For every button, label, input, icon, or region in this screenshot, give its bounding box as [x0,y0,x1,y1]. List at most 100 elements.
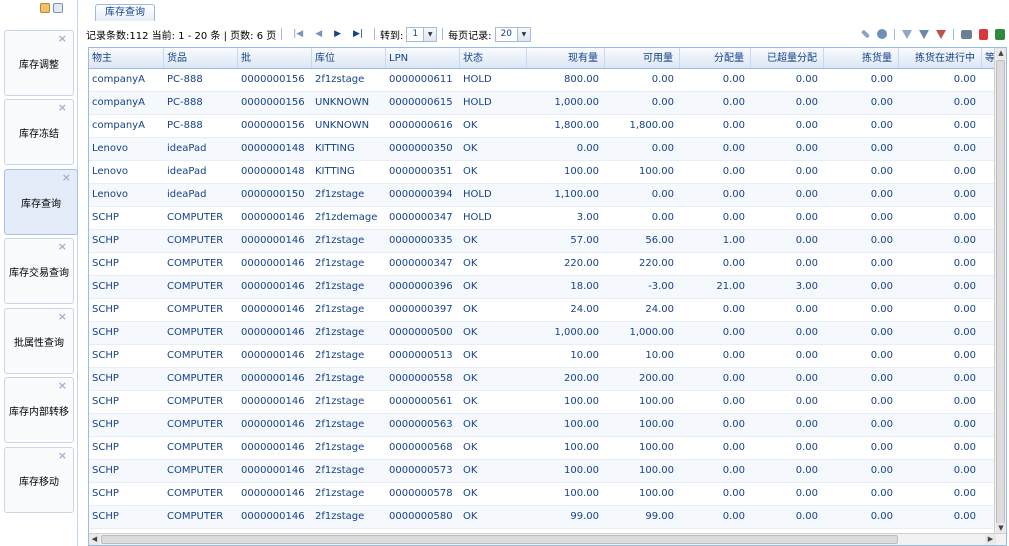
goto-page-select[interactable]: 1 ▼ [406,26,438,42]
table-row[interactable]: Lenovo ideaPad 0000000150 2f1zstage 00000003… [89,184,994,207]
advanced-filter-icon[interactable] [919,29,929,39]
scroll-up-icon[interactable]: ▲ [996,48,1006,59]
export-excel-icon[interactable] [995,28,1005,40]
table-row[interactable]: SCHP COMPUTER 0000000146 2f1zdemage 00000003… [89,207,994,230]
close-icon[interactable]: × [58,33,67,44]
cell-lpn: 0000000568 [389,442,453,453]
table-row[interactable]: SCHP COMPUTER 0000000146 2f1zstage 000000057… [89,483,994,506]
cell-location: 2f1zstage [315,419,365,430]
table-row[interactable]: Lenovo ideaPad 0000000148 KITTING 0000000351… [89,161,994,184]
vertical-scrollbar[interactable]: ▲ ▼ [994,48,1006,534]
table-row[interactable]: SCHP COMPUTER 0000000146 2f1zstage 000000058… [89,506,994,529]
nav-item-inventory-internal-transfer[interactable]: × 库存内部转移 [4,377,74,443]
close-icon[interactable]: × [58,380,67,391]
column-header-over-allocated-qty[interactable]: 已超量分配 [751,48,824,68]
cell-location: 2f1zstage [315,396,365,407]
horizontal-scroll-thumb[interactable] [101,535,898,544]
nav-item-inventory-transaction-query[interactable]: × 库存交易查询 [4,238,74,304]
prev-page-icon[interactable]: ◀ [315,29,322,39]
table-row[interactable]: SCHP COMPUTER 0000000146 2f1zstage 000000039… [89,276,994,299]
scroll-right-icon[interactable]: ▶ [985,534,996,545]
vertical-scroll-thumb[interactable] [996,60,1005,524]
clear-filter-icon[interactable] [936,29,946,39]
cell-lot: 0000000146 [241,396,305,407]
column-header-owner[interactable]: 物主 [89,48,164,68]
refresh-icon[interactable] [877,29,887,39]
column-header-more[interactable]: 等 [982,48,994,68]
panel-toggle-icon[interactable] [53,3,63,13]
cell-on-hand-qty: 3.00 [576,212,599,223]
close-icon[interactable]: × [58,102,67,113]
table-row[interactable]: SCHP COMPUTER 0000000146 2f1zstage 000000051… [89,345,994,368]
next-page-icon[interactable]: ▶ [334,29,341,39]
cell-status: OK [463,143,478,154]
cell-allocated-qty: 0.00 [722,166,745,177]
tab-inventory-query[interactable]: 库存查询 [95,4,155,21]
column-header-location[interactable]: 库位 [312,48,386,68]
cell-item: PC-888 [167,74,203,85]
table-row[interactable]: companyA PC-888 0000000156 UNKNOWN 000000061… [89,92,994,115]
close-icon[interactable]: × [58,450,67,461]
cell-item: COMPUTER [167,281,224,292]
nav-item-inventory-query[interactable]: × 库存查询 [4,169,78,235]
filter-icon[interactable] [902,29,912,39]
column-header-allocated-qty[interactable]: 分配量 [680,48,751,68]
column-header-status[interactable]: 状态 [460,48,527,68]
cell-on-hand-qty: 18.00 [570,281,599,292]
cell-owner: companyA [92,120,145,131]
table-row[interactable]: SCHP COMPUTER 0000000146 2f1zstage 000000056… [89,414,994,437]
cell-lpn: 0000000563 [389,419,453,430]
table-row[interactable]: SCHP COMPUTER 0000000146 2f1zstage 000000039… [89,299,994,322]
chevron-down-icon[interactable]: ▼ [516,27,530,41]
table-row[interactable]: companyA PC-888 0000000156 UNKNOWN 000000061… [89,115,994,138]
cell-owner: SCHP [92,465,119,476]
cell-status: OK [463,304,478,315]
table-row[interactable]: SCHP COMPUTER 0000000146 2f1zstage 000000056… [89,437,994,460]
table-row[interactable]: SCHP COMPUTER 0000000146 2f1zstage 000000050… [89,322,994,345]
table-row[interactable]: Lenovo ideaPad 0000000148 KITTING 0000000350… [89,138,994,161]
column-header-picked-qty[interactable]: 拣货量 [824,48,899,68]
table-row[interactable]: SCHP COMPUTER 0000000146 2f1zstage 000000057… [89,460,994,483]
cell-on-hand-qty: 0.00 [576,143,599,154]
table-row[interactable]: SCHP COMPUTER 0000000146 2f1zstage 000000034… [89,253,994,276]
first-page-icon[interactable]: |◀ [293,29,303,39]
column-header-available-qty[interactable]: 可用量 [605,48,680,68]
chevron-down-icon[interactable]: ▼ [423,27,437,41]
close-icon[interactable]: × [58,241,67,252]
last-page-icon[interactable]: ▶| [353,29,363,39]
nav-item-inventory-adjust[interactable]: × 库存调整 [4,30,74,96]
close-icon[interactable]: × [58,311,67,322]
scroll-left-icon[interactable]: ◀ [89,534,100,545]
cell-picking-in-progress-qty: 0.00 [953,189,976,200]
cell-on-hand-qty: 1,100.00 [554,189,599,200]
cell-location: 2f1zstage [315,442,365,453]
nav-item-inventory-move[interactable]: × 库存移动 [4,447,74,513]
table-row[interactable]: SCHP COMPUTER 0000000146 2f1zstage 000000056… [89,391,994,414]
cell-picking-in-progress-qty: 0.00 [953,258,976,269]
cell-picking-in-progress-qty: 0.00 [953,442,976,453]
nav-item-lot-attribute-query[interactable]: × 批属性查询 [4,308,74,374]
column-header-picking-in-progress-qty[interactable]: 拣货在进行中 [899,48,982,68]
cell-lot: 0000000156 [241,97,305,108]
save-icon[interactable] [40,3,50,13]
wrench-icon[interactable] [860,29,871,39]
cell-available-qty: 1,000.00 [629,327,674,338]
table-row[interactable]: SCHP COMPUTER 0000000146 2f1zstage 000000033… [89,230,994,253]
horizontal-scrollbar[interactable]: ◀ ▶ [89,533,1006,545]
export-pdf-icon[interactable] [979,28,988,40]
cell-available-qty: 99.00 [645,511,674,522]
cell-owner: SCHP [92,235,119,246]
cell-lpn: 0000000394 [389,189,453,200]
close-icon[interactable]: × [62,172,71,183]
column-header-on-hand-qty[interactable]: 现有量 [527,48,605,68]
print-icon[interactable] [961,29,972,39]
table-row[interactable]: SCHP COMPUTER 0000000146 2f1zstage 000000055… [89,368,994,391]
nav-item-inventory-freeze[interactable]: × 库存冻结 [4,99,74,165]
page-size-select[interactable]: 20 ▼ [494,26,531,42]
column-header-lot[interactable]: 批 [238,48,312,68]
column-header-item[interactable]: 货品 [164,48,238,68]
column-header-lpn[interactable]: LPN [386,48,460,68]
table-row[interactable]: companyA PC-888 0000000156 2f1zstage 0000000… [89,69,994,92]
cell-lpn: 0000000350 [389,143,453,154]
cell-picked-qty: 0.00 [870,143,893,154]
